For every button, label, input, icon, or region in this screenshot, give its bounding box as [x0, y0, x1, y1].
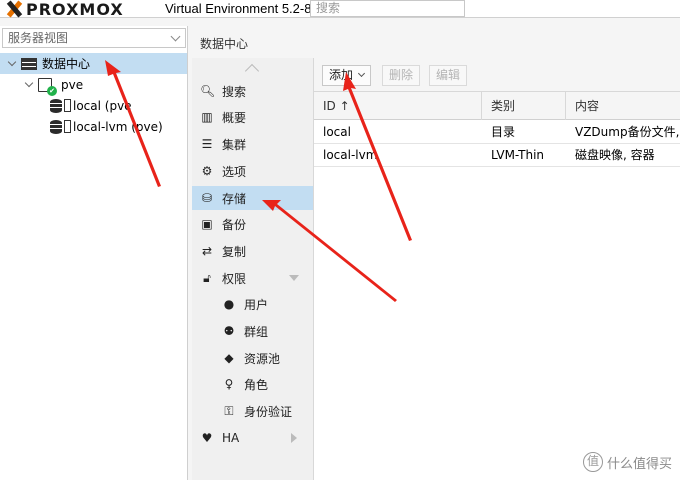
- watermark: 值 什么值得买: [582, 452, 672, 472]
- menu-item-label: 备份: [222, 217, 247, 232]
- menu-item-backup[interactable]: ▣ 备份: [192, 212, 313, 236]
- menu-item-roles[interactable]: ♀ 角色: [192, 372, 313, 396]
- menu-item-storage[interactable]: ⛁ 存储: [192, 186, 313, 210]
- tree-item-label: local-lvm (pve): [73, 119, 163, 134]
- menu-item-label: 身份验证: [244, 404, 293, 419]
- menu-item-groups[interactable]: ⚉ 群组: [192, 319, 313, 343]
- table-row[interactable]: local-lvm LVM-Thin 磁盘映像, 容器: [314, 144, 680, 167]
- chevron-down-icon: [170, 31, 181, 42]
- menu-item-label: 角色: [244, 377, 269, 392]
- server-icon: ☰: [201, 137, 213, 151]
- table-row[interactable]: local 目录 VZDump备份文件, I: [314, 121, 680, 144]
- top-header: PROXMOX Virtual Environment 5.2-8 搜索: [0, 0, 680, 19]
- menu-item-authentication[interactable]: ⚿ 身份验证: [192, 399, 313, 423]
- menu-item-pools[interactable]: ◆ 资源池: [192, 346, 313, 370]
- menu-item-label: 概要: [222, 110, 247, 125]
- version-label: Virtual Environment 5.2-8: [165, 1, 312, 16]
- watermark-text: 什么值得买: [606, 456, 672, 472]
- add-button-label: 添加: [329, 68, 354, 82]
- menu-item-replication[interactable]: ⇄ 复制: [192, 239, 313, 263]
- users-icon: ⚉: [223, 324, 235, 338]
- book-icon: ▥: [201, 110, 213, 124]
- tree-item-datacenter[interactable]: 数据中心: [0, 53, 187, 74]
- storage-box-icon: [64, 120, 71, 133]
- search-icon: 🔍︎: [200, 84, 216, 98]
- menu-item-permissions[interactable]: 🔓︎ 权限: [192, 266, 313, 290]
- menu-item-label: 复制: [222, 244, 247, 259]
- unlock-icon: 🔓︎: [203, 270, 211, 285]
- cell-type: 目录: [491, 125, 516, 139]
- menu-item-label: HA: [222, 431, 240, 445]
- watermark-logo-icon: 值: [582, 452, 603, 472]
- proxmox-logo[interactable]: PROXMOX: [4, 0, 124, 19]
- retweet-icon: ⇄: [201, 244, 213, 258]
- caret-down-icon[interactable]: [289, 275, 299, 281]
- menu-item-users[interactable]: ● 用户: [192, 292, 313, 316]
- menu-item-label: 权限: [222, 271, 247, 286]
- cell-content: 磁盘映像, 容器: [575, 148, 655, 162]
- database-icon: [50, 119, 62, 134]
- menu-item-summary[interactable]: ▥ 概要: [192, 105, 313, 129]
- menu-item-label: 资源池: [244, 351, 281, 366]
- menu-item-label: 集群: [222, 137, 247, 152]
- gear-icon: ⚙: [201, 164, 213, 178]
- search-input[interactable]: 搜索: [310, 0, 465, 17]
- proxmox-x-icon: [4, 1, 24, 17]
- view-select-value: 服务器视图: [8, 31, 69, 45]
- menu-item-label: 群组: [244, 324, 269, 339]
- grid-toolbar: 添加 删除 编辑: [314, 58, 680, 92]
- database-icon: ⛁: [201, 191, 213, 205]
- edit-button[interactable]: 编辑: [429, 65, 468, 86]
- database-icon: [50, 98, 62, 113]
- view-select[interactable]: 服务器视图: [2, 28, 186, 48]
- tree-item-label: pve: [61, 77, 84, 92]
- tree-expand-icon[interactable]: [7, 59, 17, 69]
- cell-content: VZDump备份文件, I: [575, 125, 680, 139]
- node-online-icon: [38, 77, 57, 96]
- cell-id: local: [323, 125, 351, 139]
- caret-right-icon[interactable]: [291, 433, 297, 443]
- male-icon: ♀: [224, 377, 234, 391]
- chevron-down-icon: [357, 69, 366, 78]
- tree-item-label: 数据中心: [42, 57, 91, 71]
- tree-item-storage-local[interactable]: local (pve: [0, 95, 187, 116]
- content-header: 数据中心: [192, 26, 680, 58]
- key-icon: ⚿: [224, 403, 234, 418]
- menu-item-label: 用户: [244, 297, 269, 312]
- tree-expand-icon[interactable]: [24, 80, 34, 90]
- menu-item-label: 选项: [222, 164, 247, 179]
- storage-grid-panel: 添加 删除 编辑 ID ↑ 类别 内容 local 目录 VZDump备份文件,…: [314, 58, 680, 480]
- menu-item-cluster[interactable]: ☰ 集群: [192, 132, 313, 156]
- tree-item-storage-local-lvm[interactable]: local-lvm (pve): [0, 116, 187, 137]
- tree-item-node-pve[interactable]: pve: [0, 74, 187, 96]
- column-header-type[interactable]: 类别: [482, 92, 566, 120]
- heartbeat-icon: ♥: [201, 431, 213, 445]
- tags-icon: ◆: [224, 351, 234, 365]
- menu-item-ha[interactable]: ♥ HA: [192, 426, 313, 450]
- column-header-id[interactable]: ID ↑: [314, 92, 482, 120]
- chevron-up-icon[interactable]: [244, 63, 260, 79]
- menu-item-label: 搜索: [222, 84, 247, 99]
- logo-text: PROXMOX: [26, 0, 124, 19]
- tree-item-label: local (pve: [73, 98, 132, 113]
- user-icon: ●: [223, 297, 235, 311]
- cell-id: local-lvm: [323, 148, 378, 162]
- storage-box-icon: [64, 99, 71, 112]
- menu-item-search[interactable]: 🔍︎ 搜索: [192, 79, 313, 103]
- menu-item-label: 存储: [222, 191, 247, 206]
- page-title: 数据中心: [200, 37, 249, 51]
- delete-button[interactable]: 删除: [382, 65, 421, 86]
- add-button[interactable]: 添加: [322, 65, 372, 86]
- server-icon: [21, 57, 37, 70]
- grid-header: ID ↑ 类别 内容: [314, 92, 680, 120]
- datacenter-menu: 🔍︎ 搜索 ▥ 概要 ☰ 集群 ⚙ 选项 ⛁ 存储 ▣ 备份 ⇄ 复制 🔓︎ 权…: [192, 58, 314, 480]
- resource-tree-panel: 服务器视图 数据中心 pve local (pve local-lvm (pve…: [0, 26, 188, 480]
- column-header-content[interactable]: 内容: [566, 92, 680, 120]
- floppy-icon: ▣: [201, 217, 213, 231]
- cell-type: LVM-Thin: [491, 148, 545, 162]
- menu-item-options[interactable]: ⚙ 选项: [192, 159, 313, 183]
